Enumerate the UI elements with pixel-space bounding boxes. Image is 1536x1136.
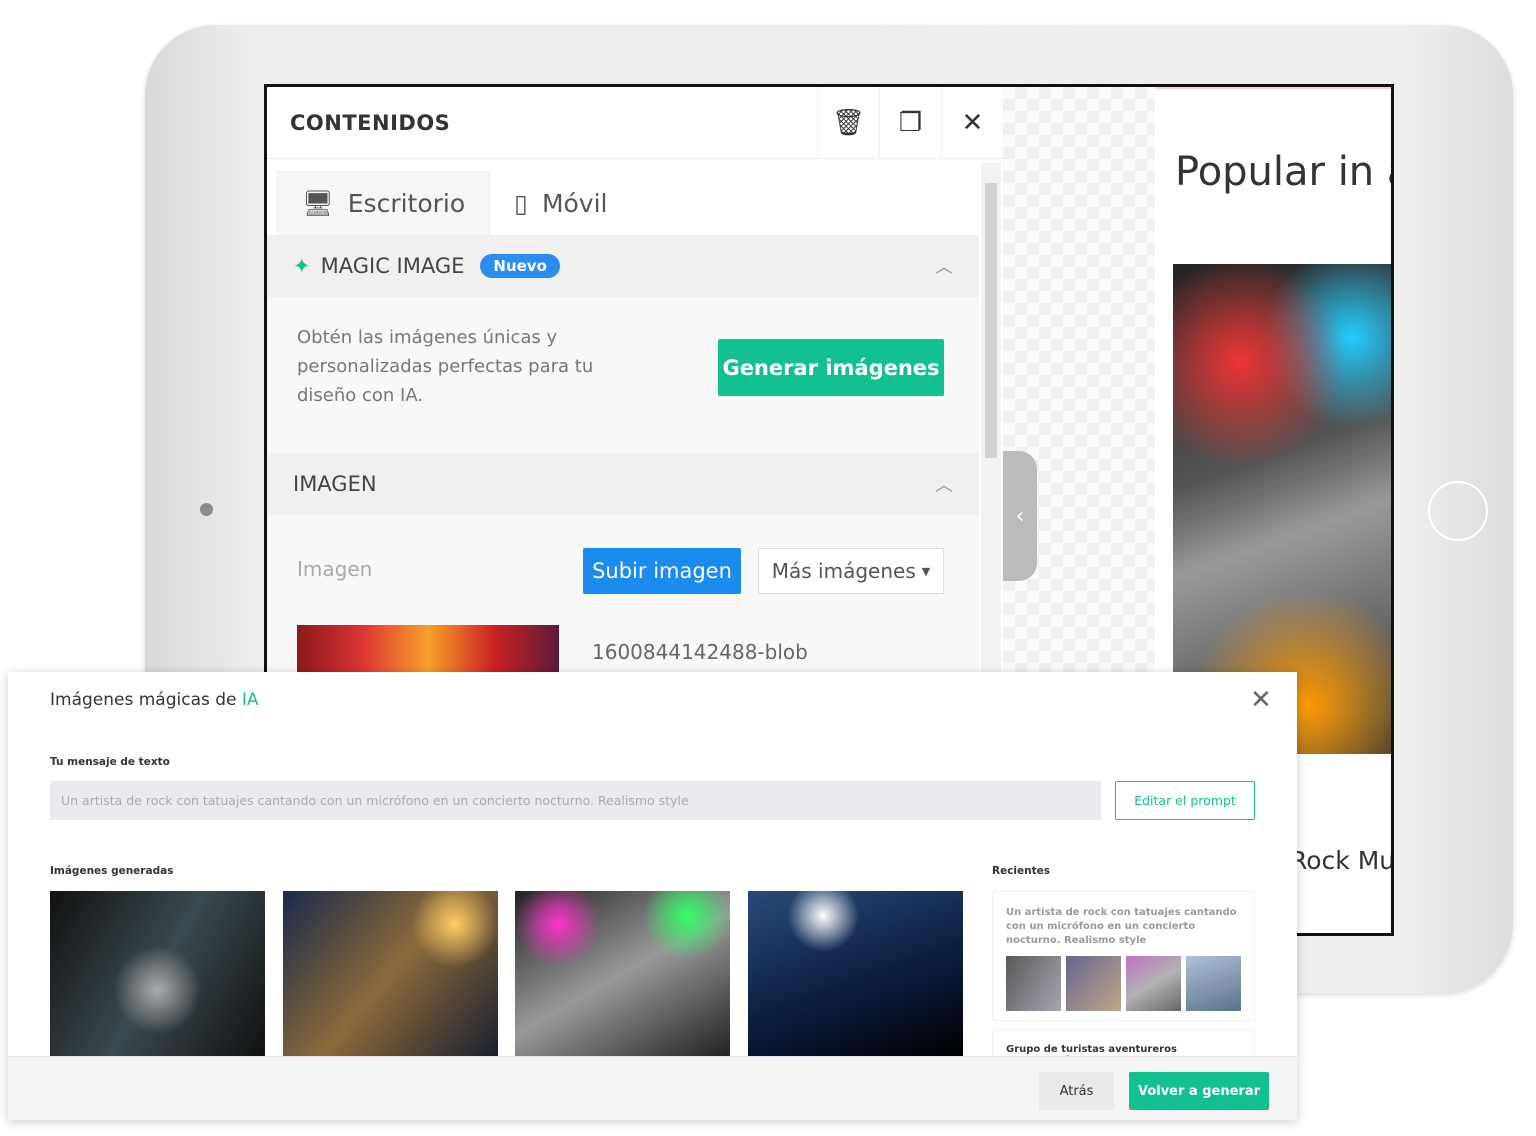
trash-icon[interactable]: 🗑 [817,87,879,159]
more-images-dropdown[interactable]: Más imágenes ▼ [758,548,944,594]
generated-image[interactable] [50,891,265,1056]
tab-desktop[interactable]: 🖥 Escritorio [277,171,491,235]
sparkle-icon: ✦ [293,254,311,278]
close-icon[interactable]: ✕ [941,87,1003,159]
image-header[interactable]: IMAGEN ︿ [267,453,979,515]
regenerate-button[interactable]: Volver a generar [1129,1072,1269,1110]
caret-down-icon: ▼ [921,564,931,578]
recent-item[interactable]: Un artista de rock con tatuajes cantando… [992,891,1255,1021]
prompt-input[interactable]: Un artista de rock con tatuajes cantando… [50,781,1101,820]
tab-mobile[interactable]: ▯ Móvil [490,171,631,235]
recent-label: Recientes [992,865,1051,877]
close-icon[interactable]: ✕ [1250,685,1272,715]
magic-description: Obtén las imágenes únicas y personalizad… [297,327,594,406]
edit-prompt-button[interactable]: Editar el prompt [1115,781,1255,820]
desktop-icon: 🖥 [302,188,334,218]
chevron-up-icon[interactable]: ︿ [935,471,953,497]
recent-thumbnail [1126,956,1181,1011]
generated-label: Imágenes generadas [50,865,174,877]
preview-caption: Rock Mus [1290,846,1394,875]
mobile-icon: ▯ [514,188,528,218]
prompt-label: Tu mensaje de texto [50,756,170,768]
duplicate-icon[interactable]: ❐ [879,87,941,159]
home-button [1428,481,1488,541]
upload-image-button[interactable]: Subir imagen [583,548,741,594]
image-label: Imagen [297,557,373,581]
magic-image-header[interactable]: ✦ MAGIC IMAGE Nuevo ︿ [267,235,979,297]
generated-image[interactable] [515,891,730,1056]
collapse-panel-button[interactable]: ‹ [1003,451,1037,581]
back-button[interactable]: Atrás [1039,1072,1114,1110]
image-thumbnail [297,625,559,675]
generate-images-button[interactable]: Generar imágenes [718,339,944,396]
panel-title: CONTENIDOS [290,110,451,135]
preview-heading: Popular in a [1175,149,1394,195]
camera-dot [200,503,213,516]
modal-footer: Atrás Volver a generar [8,1056,1297,1120]
chevron-left-icon: ‹ [1015,503,1025,529]
generated-image[interactable] [283,891,498,1056]
recent-thumbnail [1006,956,1061,1011]
magic-images-modal: Imágenes mágicas de IA ✕ Tu mensaje de t… [8,672,1297,1120]
generated-image[interactable] [748,891,963,1056]
modal-title: Imágenes mágicas de IA [50,690,259,710]
image-filename: 1600844142488-blob [592,640,808,664]
chevron-up-icon[interactable]: ︿ [935,253,953,279]
recent-thumbnail [1186,956,1241,1011]
new-badge: Nuevo [480,254,560,278]
recent-thumbnail [1066,956,1121,1011]
